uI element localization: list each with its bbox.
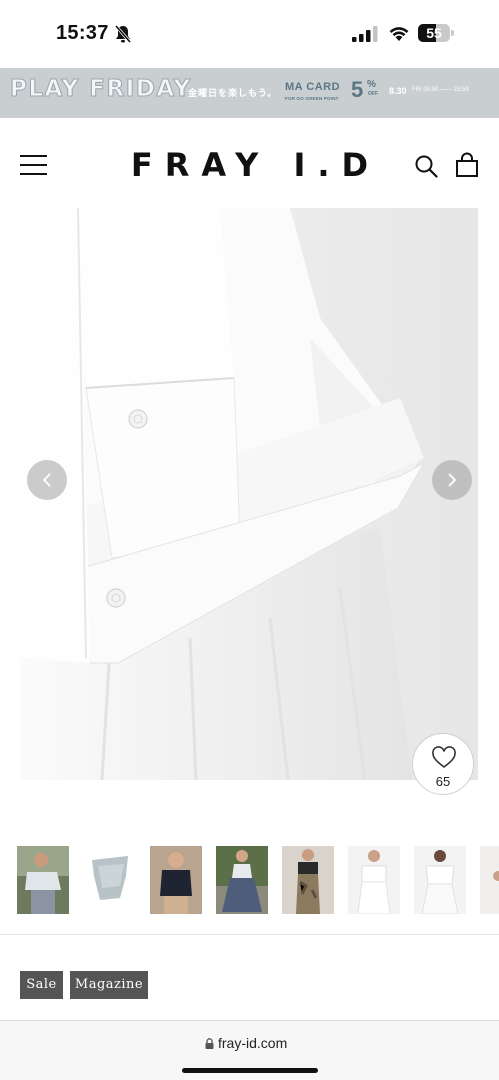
product-image[interactable] [20, 208, 478, 780]
thumbnail-8[interactable] [480, 846, 499, 914]
favorite-count: 65 [435, 774, 451, 789]
status-time: 15:37 [56, 22, 109, 44]
search-icon[interactable] [414, 154, 438, 178]
promo-card-name: MA CARD [285, 81, 341, 93]
status-bar: 15:37 55 [0, 0, 499, 68]
thumbnail-strip[interactable] [0, 846, 499, 916]
tag-magazine[interactable]: Magazine [70, 971, 148, 999]
battery-indicator: 55 [418, 24, 454, 42]
url-text: fray-id.com [218, 1035, 288, 1051]
thumbnail-4[interactable] [216, 846, 268, 914]
thumbnail-7[interactable] [414, 846, 466, 914]
promo-off: OFF [368, 91, 378, 97]
browser-url-bar[interactable]: fray-id.com [0, 1020, 499, 1080]
shopping-bag-icon[interactable] [455, 152, 479, 178]
heart-icon [432, 746, 456, 769]
promo-banner[interactable]: PLAY FRIDAY 金曜日を楽しもう。 MA CARD FOR GO GRE… [0, 68, 499, 118]
chevron-left-icon [42, 473, 51, 487]
bell-muted-icon [114, 25, 132, 43]
promo-percent-sign: % [367, 79, 376, 90]
battery-level: 55 [426, 25, 442, 41]
site-header: FRAY I.D [0, 118, 499, 208]
promo-percent: 5 [351, 77, 364, 102]
promo-time-range: FRI 00:00 —— 23:59 [412, 87, 469, 93]
thumbnail-1[interactable] [17, 846, 69, 914]
carousel-prev-button[interactable] [27, 460, 67, 500]
thumbnail-6[interactable] [348, 846, 400, 914]
thumbnail-5[interactable] [282, 846, 334, 914]
home-indicator[interactable] [182, 1068, 318, 1073]
divider [0, 934, 499, 935]
thumbnail-3[interactable] [150, 846, 202, 914]
lock-icon [205, 1038, 214, 1049]
promo-date: 8.30 [389, 86, 407, 96]
thumbnail-2[interactable] [84, 846, 136, 914]
favorite-button[interactable]: 65 [412, 733, 474, 795]
wifi-icon [389, 27, 409, 41]
product-photo [20, 208, 478, 780]
carousel-next-button[interactable] [432, 460, 472, 500]
promo-tagline: 金曜日を楽しもう。 [188, 88, 278, 98]
tag-sale[interactable]: Sale [20, 971, 63, 999]
promo-title: PLAY FRIDAY [10, 76, 192, 103]
chevron-right-icon [448, 473, 457, 487]
signal-icon [352, 26, 378, 42]
promo-card-sub: FOR GO GREEN POINT [285, 96, 339, 101]
